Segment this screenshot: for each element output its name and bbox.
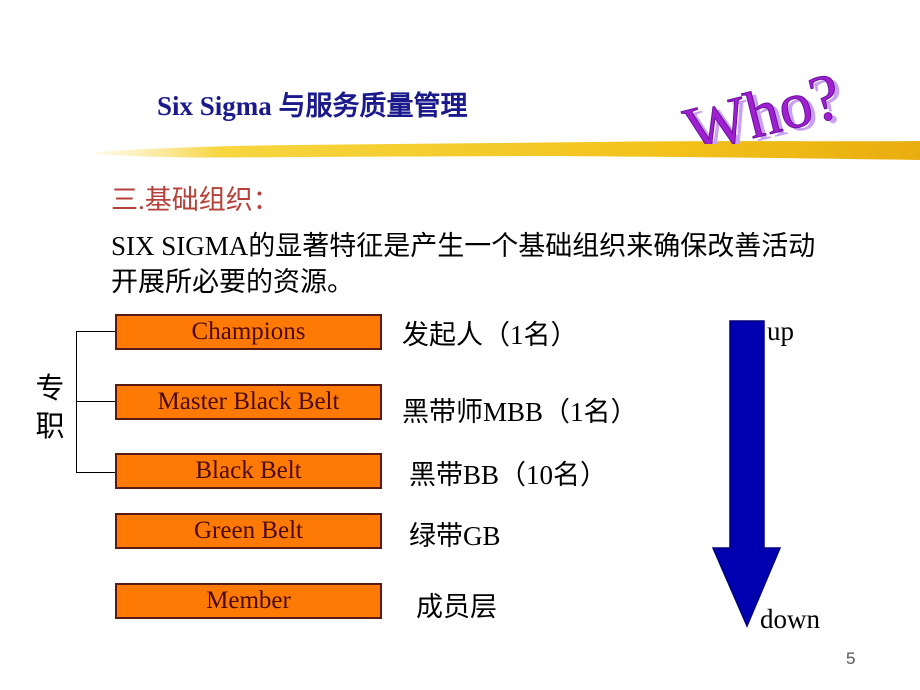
- page-number: 5: [846, 649, 856, 668]
- slide-title: Six Sigma 与服务质量管理: [157, 91, 468, 121]
- bracket-line-bb: [76, 472, 115, 473]
- role-box-champions: Champions: [115, 314, 382, 350]
- role-desc-master-black-belt: 黑带师MBB（1名）: [402, 397, 638, 427]
- who-question-decoration: Who? Who?: [677, 59, 853, 144]
- who-text: Who?: [677, 59, 848, 144]
- full-time-label: 专职: [35, 371, 65, 443]
- arrow-up-label: up: [767, 316, 794, 346]
- role-box-master-black-belt: Master Black Belt: [115, 384, 382, 420]
- down-arrow-icon: [711, 320, 782, 628]
- role-desc-black-belt: 黑带BB（10名）: [409, 460, 608, 490]
- role-desc-green-belt: 绿带GB: [409, 521, 501, 551]
- role-desc-champions: 发起人（1名）: [402, 320, 578, 350]
- role-box-member: Member: [115, 583, 382, 619]
- bracket-vertical-line: [76, 331, 77, 473]
- intro-paragraph: SIX SIGMA的显著特征是产生一个基础组织来确保改善活动开展所必要的资源。: [111, 231, 816, 297]
- bracket-line-champions: [76, 331, 115, 332]
- role-box-black-belt: Black Belt: [115, 453, 382, 489]
- arrow-down-label: down: [760, 604, 820, 634]
- role-box-green-belt: Green Belt: [115, 513, 382, 549]
- section-heading: 三.基础组织：: [111, 185, 280, 215]
- role-desc-member: 成员层: [416, 592, 497, 622]
- bracket-line-mbb: [76, 401, 115, 402]
